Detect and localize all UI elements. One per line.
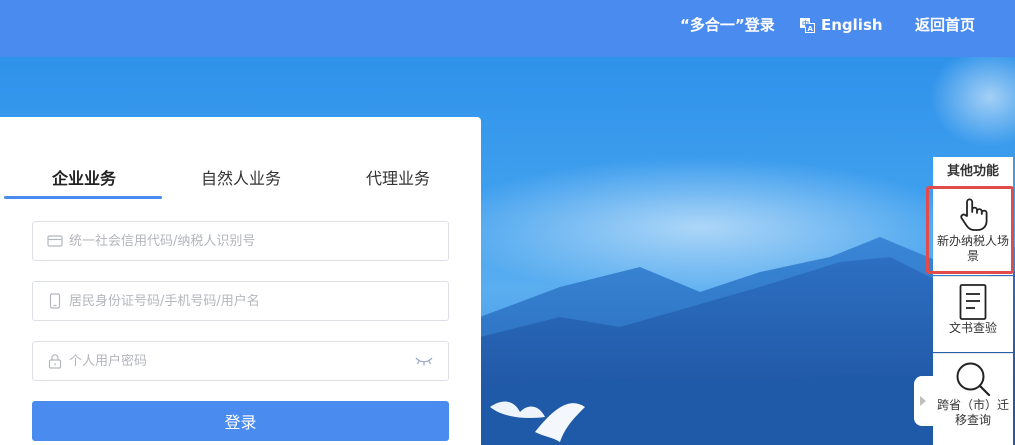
active-tab-indicator bbox=[4, 196, 162, 199]
hand-pointer-icon bbox=[960, 198, 988, 231]
multi-login-link[interactable]: “多合一”登录 bbox=[680, 16, 775, 34]
account-field bbox=[32, 281, 449, 321]
card-icon bbox=[47, 235, 63, 247]
login-tabs: 企业业务 自然人业务 代理业务 bbox=[0, 117, 481, 201]
tab-natural-person-business[interactable]: 自然人业务 bbox=[201, 165, 281, 189]
other-functions-panel: 其他功能 新办纳税人场景 文书查验 跨省（市）迁移查询 bbox=[933, 157, 1013, 445]
login-card: 企业业务 自然人业务 代理业务 登录 bbox=[0, 117, 481, 445]
chevron-right-icon bbox=[920, 396, 926, 406]
tab-agent-business[interactable]: 代理业务 bbox=[366, 165, 430, 189]
login-button[interactable]: 登录 bbox=[32, 401, 449, 441]
top-nav-bar: “多合一”登录 中 A English 返回首页 bbox=[0, 0, 1015, 57]
cross-province-migration-query-button[interactable]: 跨省（市）迁移查询 bbox=[933, 353, 1013, 445]
new-taxpayer-scenario-label: 新办纳税人场景 bbox=[936, 234, 1009, 263]
account-input[interactable] bbox=[69, 293, 448, 309]
eye-closed-icon[interactable] bbox=[414, 355, 434, 367]
language-icon: 中 A bbox=[800, 17, 815, 33]
credit-code-field bbox=[32, 221, 449, 261]
credit-code-input[interactable] bbox=[69, 233, 448, 249]
document-icon bbox=[959, 284, 987, 320]
password-field bbox=[32, 341, 449, 381]
tab-enterprise-business[interactable]: 企业业务 bbox=[52, 165, 116, 189]
english-label: English bbox=[821, 16, 883, 34]
english-language-link[interactable]: 中 A English bbox=[800, 16, 883, 34]
document-verification-label: 文书查验 bbox=[948, 321, 997, 335]
return-home-link[interactable]: 返回首页 bbox=[915, 16, 975, 34]
document-verification-button[interactable]: 文书查验 bbox=[933, 276, 1013, 352]
side-panel-collapse-tab[interactable] bbox=[914, 376, 933, 426]
cross-province-migration-query-label: 跨省（市）迁移查询 bbox=[936, 398, 1009, 427]
phone-icon bbox=[49, 293, 61, 309]
svg-text:A: A bbox=[808, 25, 814, 33]
new-taxpayer-scenario-button[interactable]: 新办纳税人场景 bbox=[933, 187, 1013, 275]
other-functions-title: 其他功能 bbox=[933, 157, 1013, 187]
search-icon bbox=[956, 362, 991, 397]
lock-icon bbox=[48, 354, 62, 369]
password-input[interactable] bbox=[69, 353, 414, 369]
